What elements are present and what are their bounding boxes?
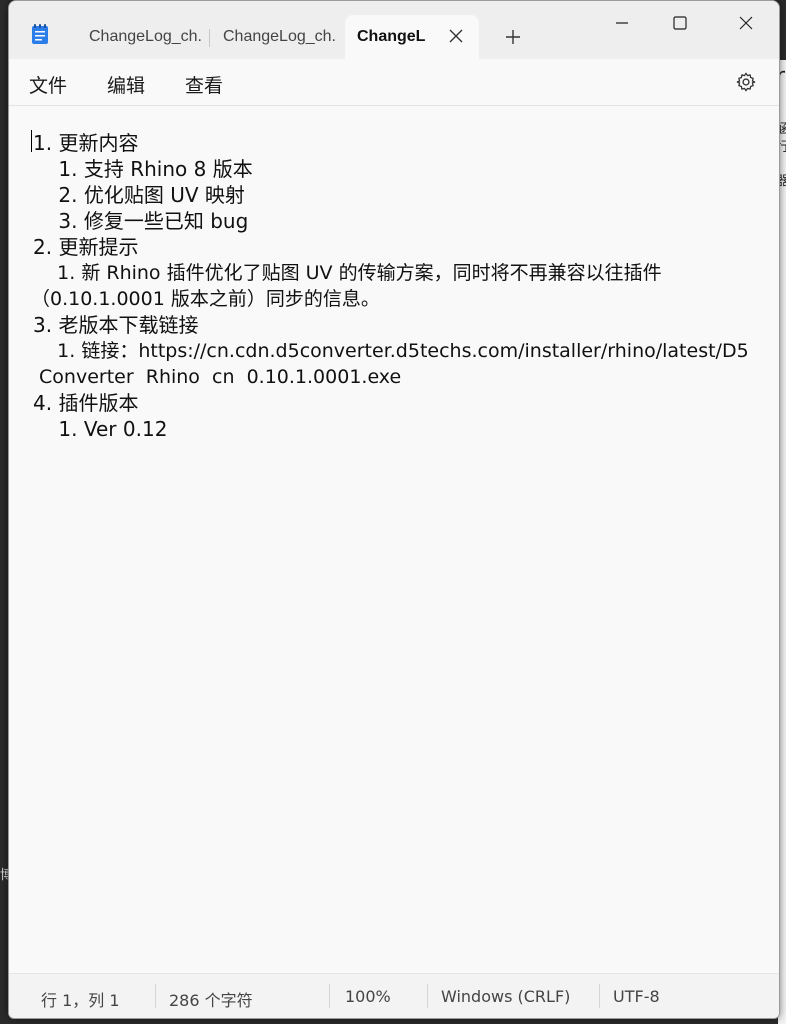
tab-label: ChangeLog_ch. (223, 28, 336, 45)
status-divider (599, 984, 600, 1008)
status-divider (427, 984, 428, 1008)
status-divider (155, 984, 156, 1008)
title-bar[interactable]: ChangeLog_ch. ChangeLog_ch. ChangeL (9, 1, 779, 59)
editor-line: 2. 更新提示 (33, 235, 139, 259)
status-char-count: 286 个字符 (169, 991, 253, 1010)
editor-line: （0.10.1.0001 版本之前）同步的信息。 (31, 288, 380, 310)
tab-changelog-1[interactable]: ChangeLog_ch. (75, 15, 205, 59)
minimize-icon[interactable] (599, 9, 645, 37)
notepad-window: ChangeLog_ch. ChangeLog_ch. ChangeL 文件 编… (8, 0, 780, 1019)
tab-label: ChangeLog_ch. (89, 28, 202, 45)
status-encoding[interactable]: UTF-8 (613, 987, 660, 1006)
text-caret (31, 130, 32, 152)
editor-line: 1. 更新内容 (33, 131, 139, 155)
status-zoom[interactable]: 100% (345, 987, 391, 1006)
menu-view[interactable]: 查看 (185, 71, 223, 98)
editor-line: 3. 修复一些已知 bug (33, 209, 249, 233)
editor-line: Converter Rhino cn 0.10.1.0001.exe (33, 366, 402, 388)
status-line-ending[interactable]: Windows (CRLF) (441, 987, 570, 1006)
editor-line: 1. 链接：https://cn.cdn.d5converter.d5techs… (33, 340, 749, 362)
status-divider (329, 984, 330, 1008)
settings-gear-icon[interactable] (735, 71, 757, 93)
menu-bar: 文件 编辑 查看 (9, 59, 779, 106)
editor-line: 1. 新 Rhino 插件优化了贴图 UV 的传输方案，同时将不再兼容以往插件 (33, 262, 662, 284)
editor-line: 1. 支持 Rhino 8 版本 (33, 157, 253, 181)
menu-file[interactable]: 文件 (29, 71, 67, 98)
editor-line: 3. 老版本下载链接 (33, 313, 199, 337)
close-tab-icon[interactable] (447, 27, 465, 45)
close-window-icon[interactable] (723, 9, 769, 37)
status-cursor-position[interactable]: 行 1，列 1 (41, 987, 120, 1011)
maximize-icon[interactable] (657, 9, 703, 37)
text-editor[interactable]: 1. 更新内容 1. 支持 Rhino 8 版本 2. 优化贴图 UV 映射 3… (9, 106, 779, 972)
status-bar: 行 1，列 1 286 个字符 100% Windows (CRLF) UTF-… (9, 973, 779, 1018)
menu-edit[interactable]: 编辑 (107, 71, 145, 98)
new-tab-plus-icon[interactable] (503, 27, 523, 47)
editor-line: 1. Ver 0.12 (33, 417, 168, 441)
notepad-app-icon (32, 24, 48, 44)
tab-label: ChangeL (357, 28, 426, 45)
tab-changelog-active[interactable]: ChangeL (345, 15, 479, 59)
desktop: r 涵 行 器 博 ChangeLog_ch. ChangeLog_ch. Ch… (0, 0, 786, 1024)
editor-line: 2. 优化贴图 UV 映射 (33, 183, 245, 207)
editor-line: 4. 插件版本 (33, 391, 139, 415)
tab-changelog-2[interactable]: ChangeLog_ch. (209, 15, 339, 59)
